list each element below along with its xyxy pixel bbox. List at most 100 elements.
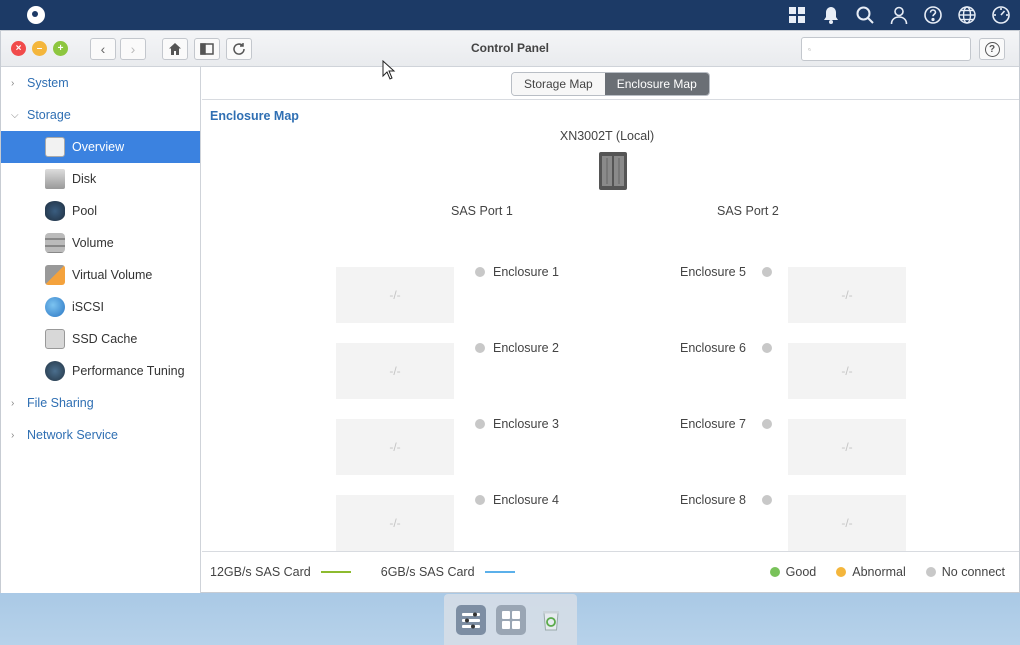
enclosure-label: Enclosure 1 bbox=[493, 265, 560, 279]
legend-footer: 12GB/s SAS Card 6GB/s SAS Card Good Abno… bbox=[202, 551, 1019, 593]
mouse-cursor-icon bbox=[382, 60, 396, 80]
sidebar-item-label: SSD Cache bbox=[72, 332, 138, 346]
chevron-right-icon: › bbox=[11, 429, 15, 441]
enclosure-7[interactable]: Enclosure 7 bbox=[680, 417, 773, 431]
enclosure-5[interactable]: Enclosure 5 bbox=[680, 265, 773, 279]
control-panel-dock-icon[interactable] bbox=[455, 604, 486, 635]
tab-storage-map[interactable]: Storage Map bbox=[512, 73, 605, 95]
nas-device-icon[interactable] bbox=[599, 152, 627, 190]
sidebar-item-label: Overview bbox=[72, 140, 125, 154]
disk-icon bbox=[45, 169, 65, 189]
sidebar-category-system[interactable]: › System bbox=[1, 67, 200, 99]
sidebar-toggle-button[interactable] bbox=[194, 37, 220, 60]
enclosure-slot[interactable]: -/- bbox=[336, 419, 454, 475]
sas6-line-swatch bbox=[484, 571, 515, 573]
chevron-right-icon: › bbox=[11, 77, 15, 89]
sidebar-item-disk[interactable]: Disk bbox=[1, 163, 200, 195]
enclosure-label: Enclosure 2 bbox=[493, 341, 560, 355]
overview-icon bbox=[45, 137, 65, 157]
pool-icon bbox=[45, 201, 65, 221]
user-icon[interactable] bbox=[888, 4, 910, 26]
enclosure-2[interactable]: Enclosure 2 bbox=[475, 341, 559, 355]
back-button[interactable]: ‹ bbox=[90, 37, 116, 60]
help-button[interactable]: ? bbox=[979, 38, 1005, 60]
sidebar-item-iscsi[interactable]: iSCSI bbox=[1, 291, 200, 323]
abnormal-status-dot bbox=[836, 567, 847, 577]
sas12-line-swatch bbox=[320, 571, 351, 573]
enclosure-8[interactable]: Enclosure 8 bbox=[680, 493, 773, 507]
enclosure-label: Enclosure 5 bbox=[680, 265, 747, 279]
sidebar-panel-icon bbox=[200, 42, 214, 55]
enclosure-6[interactable]: Enclosure 6 bbox=[680, 341, 773, 355]
virtual-volume-icon bbox=[45, 265, 65, 285]
enclosure-slot[interactable]: -/- bbox=[336, 343, 454, 399]
apps-grid-icon[interactable] bbox=[786, 4, 808, 26]
enclosure-label: Enclosure 8 bbox=[680, 493, 747, 507]
dashboard-gauge-icon[interactable] bbox=[990, 4, 1012, 26]
sas-port-1-label: SAS Port 1 bbox=[451, 204, 513, 218]
language-globe-icon[interactable] bbox=[956, 4, 978, 26]
sidebar-item-label: iSCSI bbox=[72, 300, 104, 314]
refresh-button[interactable] bbox=[226, 37, 252, 60]
enclosure-slot[interactable]: -/- bbox=[336, 495, 454, 551]
status-dot bbox=[762, 419, 773, 429]
notification-bell-icon[interactable] bbox=[820, 4, 842, 26]
sidebar-item-overview[interactable]: Overview bbox=[1, 131, 200, 163]
sidebar-category-network-service[interactable]: › Network Service bbox=[1, 419, 200, 451]
forward-button[interactable]: › bbox=[120, 37, 146, 60]
enclosure-slot[interactable]: -/- bbox=[788, 267, 906, 323]
home-button[interactable] bbox=[162, 37, 188, 60]
chevron-down-icon: ⌵ bbox=[11, 109, 19, 121]
sidebar-item-ssd-cache[interactable]: SSD Cache bbox=[1, 323, 200, 355]
search-field[interactable] bbox=[801, 37, 971, 61]
status-dot bbox=[475, 495, 485, 505]
app-center-dock-icon[interactable] bbox=[495, 604, 526, 635]
sidebar-item-virtual-volume[interactable]: Virtual Volume bbox=[1, 259, 200, 291]
enclosure-slot[interactable]: -/- bbox=[788, 419, 906, 475]
sidebar-category-label: Network Service bbox=[27, 428, 118, 442]
chevron-left-icon: ‹ bbox=[100, 40, 106, 57]
os-top-bar bbox=[0, 0, 1020, 30]
qts-logo-icon[interactable] bbox=[27, 6, 45, 24]
no-connect-status-dot bbox=[925, 567, 936, 577]
minimize-window-button[interactable]: – bbox=[32, 41, 47, 56]
sidebar-category-label: Storage bbox=[27, 108, 71, 122]
tab-enclosure-map[interactable]: Enclosure Map bbox=[604, 73, 709, 95]
help-icon[interactable] bbox=[922, 4, 944, 26]
sidebar-category-storage[interactable]: ⌵ Storage bbox=[1, 99, 200, 131]
main-content: Storage Map Enclosure Map Enclosure Map … bbox=[202, 67, 1019, 593]
sidebar-category-file-sharing[interactable]: › File Sharing bbox=[1, 387, 200, 419]
legend-sas6-label: 6GB/s SAS Card bbox=[380, 565, 475, 579]
search-icon[interactable] bbox=[854, 4, 876, 26]
enclosure-slot[interactable]: -/- bbox=[788, 343, 906, 399]
sidebar-item-volume[interactable]: Volume bbox=[1, 227, 200, 259]
enclosure-1[interactable]: Enclosure 1 bbox=[475, 265, 559, 279]
search-input[interactable] bbox=[815, 42, 970, 56]
enclosure-3[interactable]: Enclosure 3 bbox=[475, 417, 559, 431]
good-status-dot bbox=[769, 567, 780, 577]
chevron-right-icon: › bbox=[130, 40, 136, 57]
sidebar-item-label: Volume bbox=[72, 236, 114, 250]
status-dot bbox=[475, 343, 485, 353]
close-window-button[interactable]: × bbox=[11, 41, 26, 56]
search-icon bbox=[808, 47, 811, 51]
enclosure-slot[interactable]: -/- bbox=[336, 267, 454, 323]
sidebar-item-pool[interactable]: Pool bbox=[1, 195, 200, 227]
status-dot bbox=[762, 343, 773, 353]
enclosure-4[interactable]: Enclosure 4 bbox=[475, 493, 559, 507]
sidebar-item-label: Disk bbox=[72, 172, 97, 186]
recycle-bin-dock-icon[interactable] bbox=[536, 605, 566, 635]
home-icon bbox=[169, 42, 181, 55]
enclosure-label: Enclosure 6 bbox=[680, 341, 747, 355]
enclosure-label: Enclosure 4 bbox=[493, 493, 560, 507]
view-tabs: Storage Map Enclosure Map bbox=[511, 72, 710, 96]
taskbar-dock bbox=[444, 594, 577, 645]
control-panel-window: × – + ‹ › Control Panel ? › System ⌵ Sto… bbox=[0, 30, 1020, 593]
maximize-window-button[interactable]: + bbox=[53, 41, 68, 56]
refresh-icon bbox=[233, 42, 245, 55]
device-name: XN3002T (Local) bbox=[559, 129, 655, 143]
enclosure-slot[interactable]: -/- bbox=[788, 495, 906, 551]
status-dot bbox=[475, 419, 485, 429]
sidebar-item-performance-tuning[interactable]: Performance Tuning bbox=[1, 355, 200, 387]
legend-no-connect-label: No connect bbox=[941, 565, 1005, 579]
